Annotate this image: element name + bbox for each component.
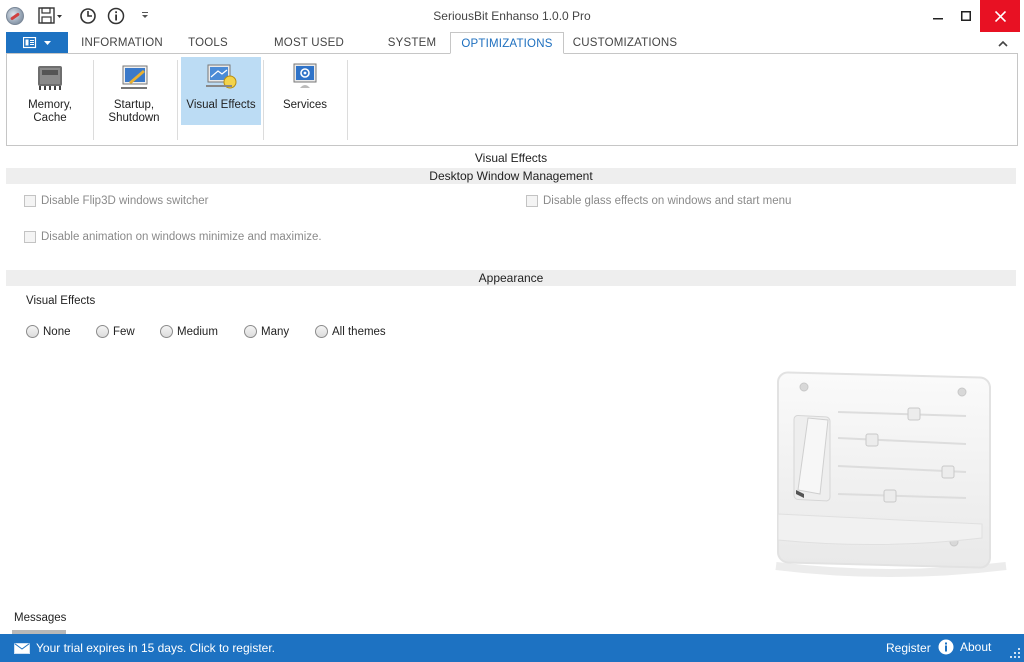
services-icon — [293, 63, 317, 88]
ribbon-panel: Memory, Cache Startup, Shutdown Visual E… — [6, 53, 1018, 146]
about-button[interactable]: About — [938, 639, 991, 655]
ribbon-separator — [347, 60, 348, 140]
radio-label: Medium — [177, 325, 218, 338]
ribbon-visual-effects-button[interactable]: Visual Effects — [181, 57, 261, 125]
application-menu-button[interactable] — [6, 32, 68, 54]
tab-optimizations[interactable]: OPTIMIZATIONS — [450, 32, 564, 54]
checkbox-label: Disable glass effects on windows and sta… — [543, 195, 792, 207]
tab-information[interactable]: INFORMATION — [76, 32, 168, 54]
radio-circle[interactable] — [160, 325, 173, 338]
checkbox-box[interactable] — [526, 195, 538, 207]
page-title: Visual Effects — [474, 151, 548, 165]
tab-tools[interactable]: TOOLS — [180, 32, 236, 54]
checkbox-box[interactable] — [24, 231, 36, 243]
checkbox-label: Disable animation on windows minimize an… — [41, 231, 322, 243]
ribbon-visual-effects-label: Visual Effects — [186, 99, 256, 111]
trial-notice[interactable]: Your trial expires in 15 days. Click to … — [14, 634, 275, 662]
ribbon-tabs: INFORMATION TOOLS MOST USED TWEAKS SYSTE… — [6, 32, 1018, 71]
status-bar: Your trial expires in 15 days. Click to … — [0, 634, 1024, 662]
checkbox-box[interactable] — [24, 195, 36, 207]
ribbon-memory-cache-label: Memory, Cache — [28, 99, 72, 124]
radio-label: None — [43, 325, 71, 338]
ribbon-memory-cache-button[interactable]: Memory, Cache — [13, 57, 87, 125]
radio-few[interactable]: Few — [96, 325, 135, 338]
radio-label: All themes — [332, 325, 386, 338]
checkbox-disable-animation[interactable]: Disable animation on windows minimize an… — [24, 231, 322, 243]
chevron-down-icon — [44, 40, 51, 45]
trial-text[interactable]: Your trial expires in 15 days. Click to … — [36, 641, 275, 655]
radio-circle[interactable] — [96, 325, 109, 338]
settings-illustration-icon — [775, 371, 1007, 577]
ribbon-separator — [93, 60, 94, 140]
close-button[interactable] — [980, 0, 1020, 32]
resize-grip-icon[interactable] — [1010, 648, 1020, 658]
info-circle-icon — [938, 639, 954, 655]
messages-tab[interactable]: Messages — [8, 612, 72, 624]
envelope-icon — [14, 642, 30, 654]
ribbon-services-button[interactable]: Services — [269, 57, 341, 125]
ribbon-separator — [177, 60, 178, 140]
maximize-icon — [961, 11, 971, 21]
checkbox-disable-glass-effects[interactable]: Disable glass effects on windows and sta… — [526, 195, 791, 207]
maximize-button[interactable] — [950, 0, 982, 32]
visual-effects-group-label: Visual Effects — [26, 295, 96, 307]
close-icon — [994, 10, 1006, 22]
radio-none[interactable]: None — [26, 325, 71, 338]
radio-circle[interactable] — [315, 325, 328, 338]
radio-label: Few — [113, 325, 135, 338]
memory-chip-icon — [38, 66, 62, 90]
startup-icon — [121, 65, 148, 89]
window-title: SeriousBit Enhanso 1.0.0 Pro — [433, 9, 591, 23]
radio-all-themes[interactable]: All themes — [315, 325, 386, 338]
menu-book-icon — [23, 37, 37, 49]
ribbon-startup-shutdown-button[interactable]: Startup, Shutdown — [99, 57, 169, 125]
tab-system[interactable]: SYSTEM — [382, 32, 442, 54]
ribbon-startup-shutdown-label: Startup, Shutdown — [108, 99, 160, 124]
title-bar: SeriousBit Enhanso 1.0.0 Pro — [0, 0, 1024, 32]
register-link[interactable]: Register — [886, 641, 931, 655]
checkbox-label: Disable Flip3D windows switcher — [41, 195, 209, 207]
radio-label: Many — [261, 325, 290, 338]
section-header-dwm: Desktop Window Management — [6, 168, 1016, 184]
collapse-ribbon-button[interactable] — [996, 36, 1010, 50]
about-label: About — [960, 640, 992, 654]
radio-circle[interactable] — [244, 325, 257, 338]
checkbox-disable-flip3d[interactable]: Disable Flip3D windows switcher — [24, 195, 208, 207]
minimize-icon — [933, 18, 943, 20]
section-header-appearance: Appearance — [6, 270, 1016, 286]
radio-circle[interactable] — [26, 325, 39, 338]
ribbon-services-label: Services — [282, 99, 328, 111]
chevron-up-icon — [998, 40, 1008, 47]
tab-customizations[interactable]: CUSTOMIZATIONS — [570, 32, 680, 54]
tab-most-used-tweaks[interactable]: MOST USED TWEAKS — [250, 32, 368, 71]
radio-medium[interactable]: Medium — [160, 325, 218, 338]
ribbon-separator — [263, 60, 264, 140]
visual-effects-icon — [206, 64, 237, 89]
radio-many[interactable]: Many — [244, 325, 289, 338]
